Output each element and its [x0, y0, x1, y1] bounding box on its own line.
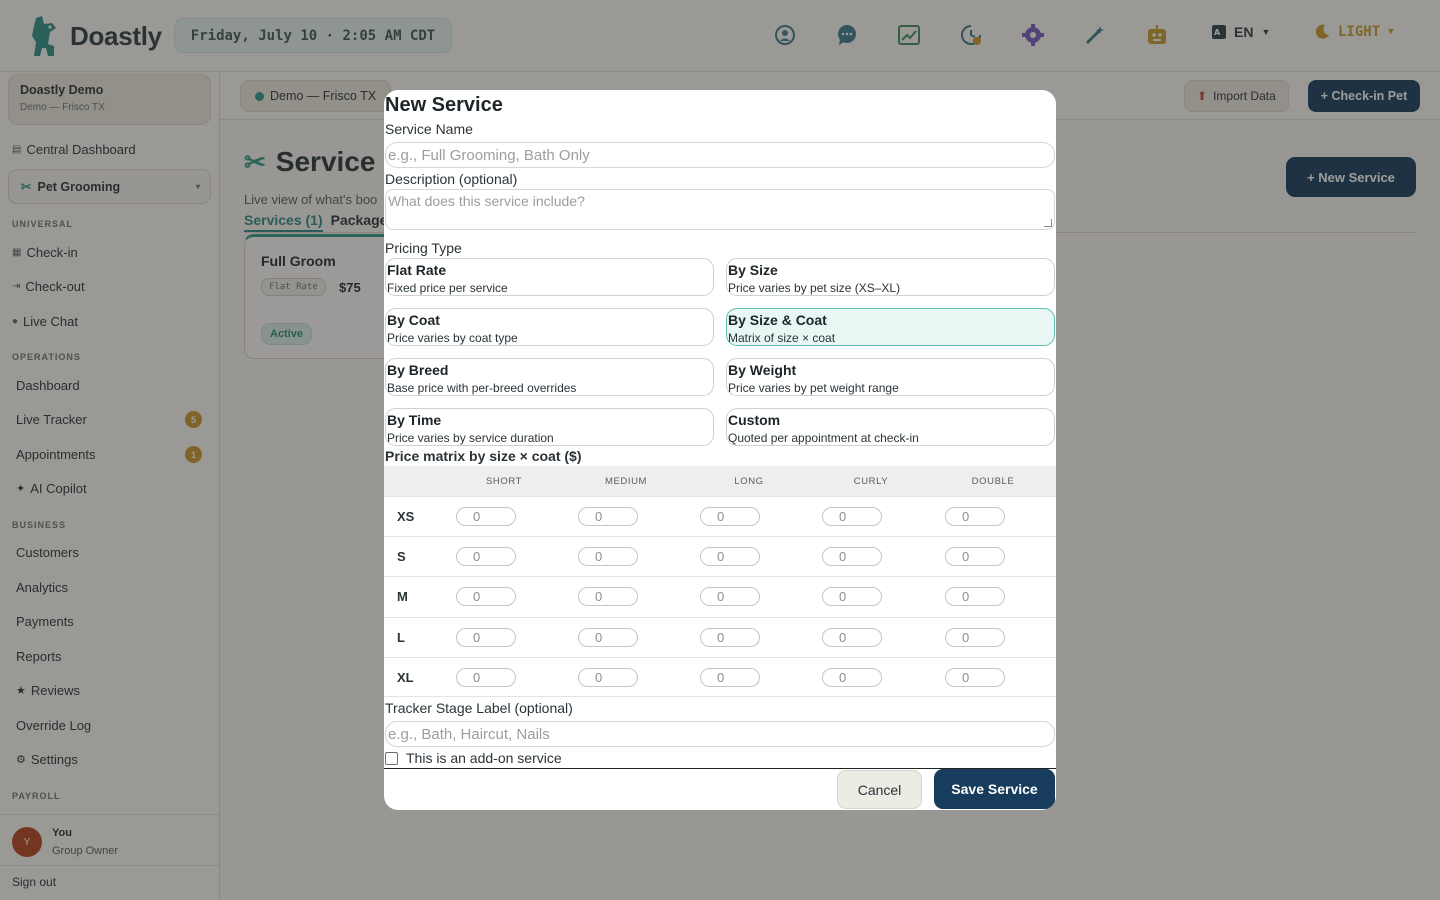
matrix-price-input[interactable]: 0	[945, 668, 1005, 687]
option-title: By Breed	[387, 362, 449, 378]
pricing-option-flat-rate[interactable]: Flat Rate Fixed price per service	[385, 258, 714, 296]
pricing-type-label: Pricing Type	[385, 240, 462, 256]
resize-handle-icon[interactable]	[1044, 219, 1052, 227]
pricing-option-by-weight[interactable]: By Weight Price varies by pet weight ran…	[726, 358, 1055, 396]
matrix-price-input[interactable]: 0	[456, 628, 516, 647]
option-description: Matrix of size × coat	[728, 331, 836, 345]
option-title: Flat Rate	[387, 262, 447, 278]
pricing-option-by-time[interactable]: By Time Price varies by service duration	[385, 408, 714, 446]
matrix-price-input[interactable]: 0	[578, 547, 638, 566]
matrix-column-header: LONG	[734, 476, 764, 487]
matrix-price-input[interactable]: 0	[578, 668, 638, 687]
matrix-price-input[interactable]: 0	[456, 587, 516, 606]
option-description: Quoted per appointment at check-in	[728, 431, 919, 445]
pricing-option-by-breed[interactable]: By Breed Base price with per-breed overr…	[385, 358, 714, 396]
matrix-column-header: MEDIUM	[604, 476, 648, 487]
matrix-price-input[interactable]: 0	[700, 587, 760, 606]
option-description: Price varies by service duration	[387, 431, 554, 445]
matrix-price-input[interactable]: 0	[822, 587, 882, 606]
matrix-header: SHORT MEDIUM LONG CURLY DOUBLE	[384, 466, 1056, 496]
matrix-column-header: SHORT	[485, 476, 523, 487]
matrix-row-label: L	[397, 630, 405, 645]
modal-title: New Service	[385, 94, 503, 116]
matrix-price-input[interactable]: 0	[700, 507, 760, 526]
pricing-option-by-size-coat[interactable]: By Size & Coat Matrix of size × coat	[726, 308, 1055, 346]
matrix-price-input[interactable]: 0	[700, 628, 760, 647]
matrix-row: S 0 0 0 0 0	[384, 536, 1056, 576]
matrix-price-input[interactable]: 0	[822, 668, 882, 687]
description-label: Description (optional)	[385, 171, 518, 187]
new-service-modal: New Service Service Name e.g., Full Groo…	[384, 90, 1056, 810]
matrix-row-label: M	[397, 589, 408, 604]
addon-label: This is an add-on service	[406, 750, 562, 766]
matrix-row-label: S	[397, 549, 406, 564]
addon-checkbox[interactable]	[385, 751, 398, 765]
matrix-price-input[interactable]: 0	[822, 507, 882, 526]
matrix-row-label: XS	[397, 509, 415, 524]
matrix-price-input[interactable]: 0	[700, 547, 760, 566]
matrix-price-input[interactable]: 0	[578, 587, 638, 606]
matrix-column-header: CURLY	[853, 476, 889, 487]
service-name-input[interactable]: e.g., Full Grooming, Bath Only	[385, 142, 1055, 168]
pricing-option-by-coat[interactable]: By Coat Price varies by coat type	[385, 308, 714, 346]
matrix-price-input[interactable]: 0	[578, 507, 638, 526]
matrix-price-input[interactable]: 0	[945, 547, 1005, 566]
price-matrix-label: Price matrix by size × coat ($)	[385, 448, 582, 464]
matrix-price-input[interactable]: 0	[456, 507, 516, 526]
matrix-price-input[interactable]: 0	[945, 507, 1005, 526]
matrix-column-header: DOUBLE	[971, 476, 1015, 487]
matrix-price-input[interactable]: 0	[822, 547, 882, 566]
option-title: By Coat	[387, 312, 440, 328]
matrix-price-input[interactable]: 0	[578, 628, 638, 647]
option-description: Fixed price per service	[387, 281, 508, 295]
pricing-option-by-size[interactable]: By Size Price varies by pet size (XS–XL)	[726, 258, 1055, 296]
matrix-price-input[interactable]: 0	[456, 547, 516, 566]
option-description: Base price with per-breed overrides	[387, 381, 577, 395]
save-service-button[interactable]: Save Service	[934, 769, 1055, 809]
matrix-price-input[interactable]: 0	[945, 587, 1005, 606]
description-textarea[interactable]: What does this service include?	[385, 189, 1055, 230]
option-title: Custom	[728, 412, 781, 428]
matrix-price-input[interactable]: 0	[456, 668, 516, 687]
matrix-row-label: XL	[397, 670, 414, 685]
tracker-stage-input[interactable]: e.g., Bath, Haircut, Nails	[385, 721, 1055, 747]
option-title: By Time	[387, 412, 442, 428]
matrix-row: XL 0 0 0 0 0	[384, 657, 1056, 697]
matrix-row: M 0 0 0 0 0	[384, 576, 1056, 616]
matrix-price-input[interactable]: 0	[822, 628, 882, 647]
option-title: By Size	[728, 262, 778, 278]
pricing-option-custom[interactable]: Custom Quoted per appointment at check-i…	[726, 408, 1055, 446]
matrix-row: L 0 0 0 0 0	[384, 617, 1056, 657]
option-title: By Weight	[728, 362, 797, 378]
description-placeholder: What does this service include?	[388, 193, 585, 209]
tracker-stage-label: Tracker Stage Label (optional)	[385, 700, 573, 716]
matrix-row: XS 0 0 0 0 0	[384, 496, 1056, 536]
matrix-price-input[interactable]: 0	[700, 668, 760, 687]
option-title: By Size & Coat	[728, 312, 827, 328]
cancel-button[interactable]: Cancel	[837, 770, 922, 809]
matrix-price-input[interactable]: 0	[945, 628, 1005, 647]
option-description: Price varies by coat type	[387, 331, 518, 345]
option-description: Price varies by pet size (XS–XL)	[728, 281, 901, 295]
option-description: Price varies by pet weight range	[728, 381, 899, 395]
service-name-label: Service Name	[385, 121, 473, 137]
addon-checkbox-row[interactable]: This is an add-on service	[385, 750, 562, 766]
